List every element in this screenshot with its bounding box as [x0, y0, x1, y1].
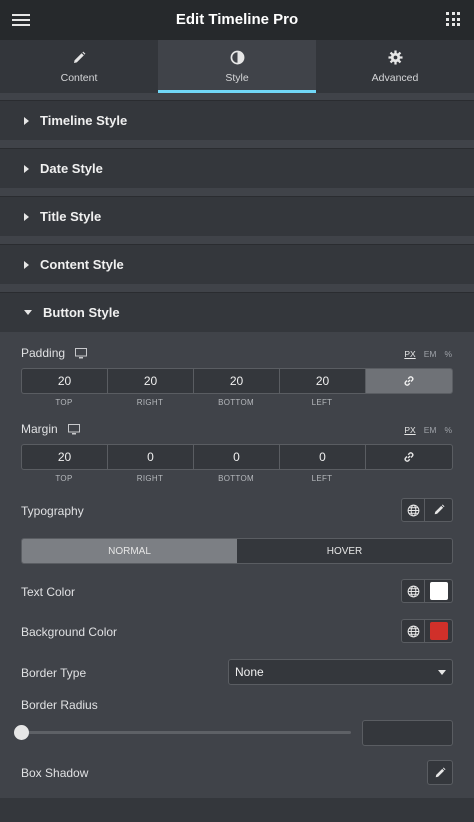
section-content-style[interactable]: Content Style — [0, 244, 474, 284]
text-color-swatch — [429, 582, 448, 600]
typography-global-button[interactable] — [401, 498, 425, 522]
pencil-icon — [434, 504, 444, 515]
side-label-top: TOP — [55, 474, 73, 483]
padding-right-input[interactable]: 20 — [107, 368, 193, 394]
padding-inputs: 20 20 20 20 — [21, 368, 453, 394]
desktop-icon[interactable] — [68, 422, 80, 440]
panel-footer — [0, 798, 474, 822]
padding-top-input[interactable]: 20 — [21, 368, 107, 394]
background-color-global-button[interactable] — [401, 619, 425, 643]
caret-right-icon — [24, 260, 29, 269]
tab-content[interactable]: Content — [0, 40, 158, 93]
margin-left-input[interactable]: 0 — [279, 444, 365, 470]
pencil-icon — [72, 50, 86, 66]
tab-normal[interactable]: NORMAL — [22, 539, 237, 563]
unit-percent[interactable]: % — [444, 425, 452, 435]
tab-advanced-label: Advanced — [371, 71, 419, 84]
margin-link-button[interactable] — [365, 444, 453, 470]
side-label-right: RIGHT — [136, 398, 164, 407]
section-timeline-style[interactable]: Timeline Style — [0, 100, 474, 140]
margin-right-input[interactable]: 0 — [107, 444, 193, 470]
desktop-icon[interactable] — [75, 346, 87, 364]
caret-right-icon — [24, 212, 29, 221]
unit-px[interactable]: PX — [404, 349, 415, 359]
section-label: Title Style — [40, 209, 102, 224]
typography-label: Typography — [21, 504, 84, 518]
side-label-left: LEFT — [311, 398, 333, 407]
padding-left-input[interactable]: 20 — [279, 368, 365, 394]
panel-title: Edit Timeline Pro — [175, 11, 299, 28]
unit-percent[interactable]: % — [444, 349, 452, 359]
tab-advanced[interactable]: Advanced — [316, 40, 474, 93]
link-icon — [404, 452, 414, 462]
background-color-label: Background Color — [21, 625, 118, 639]
margin-bottom-input[interactable]: 0 — [193, 444, 279, 470]
tab-content-label: Content — [60, 71, 98, 84]
tab-hover[interactable]: HOVER — [237, 539, 452, 563]
link-icon — [404, 376, 414, 386]
section-date-style[interactable]: Date Style — [0, 148, 474, 188]
section-button-style[interactable]: Button Style — [0, 292, 474, 332]
background-color-picker[interactable] — [425, 619, 453, 643]
panel-tabs: Content Style Advanced — [0, 40, 474, 93]
unit-px[interactable]: PX — [404, 425, 415, 435]
text-color-picker[interactable] — [425, 579, 453, 603]
section-label: Date Style — [40, 161, 103, 176]
padding-bottom-input[interactable]: 20 — [193, 368, 279, 394]
globe-icon — [407, 585, 419, 597]
border-radius-slider-handle[interactable] — [14, 725, 29, 740]
padding-link-button[interactable] — [365, 368, 453, 394]
padding-label: Padding — [21, 346, 66, 360]
text-color-label: Text Color — [21, 585, 76, 599]
caret-right-icon — [24, 164, 29, 173]
margin-top-input[interactable]: 20 — [21, 444, 107, 470]
side-label-right: RIGHT — [136, 474, 164, 483]
section-title-style[interactable]: Title Style — [0, 196, 474, 236]
border-radius-input[interactable] — [362, 720, 453, 746]
caret-right-icon — [24, 116, 29, 125]
header-bar: Edit Timeline Pro — [0, 0, 474, 40]
chevron-down-icon — [438, 670, 446, 675]
globe-icon — [407, 625, 419, 637]
border-type-value: None — [235, 665, 264, 679]
half-circle-icon — [230, 50, 245, 66]
state-toggle: NORMAL HOVER — [21, 538, 453, 564]
side-label-left: LEFT — [311, 474, 333, 483]
section-label: Timeline Style — [40, 113, 128, 128]
section-label: Content Style — [40, 257, 124, 272]
gear-icon — [387, 50, 403, 66]
unit-em[interactable]: EM — [424, 349, 437, 359]
margin-side-labels: TOP RIGHT BOTTOM LEFT — [21, 474, 365, 483]
text-color-global-button[interactable] — [401, 579, 425, 603]
side-label-top: TOP — [55, 398, 73, 407]
border-radius-slider-track[interactable] — [21, 731, 351, 734]
margin-inputs: 20 0 0 0 — [21, 444, 453, 470]
padding-side-labels: TOP RIGHT BOTTOM LEFT — [21, 398, 365, 407]
typography-edit-button[interactable] — [425, 498, 453, 522]
box-shadow-edit-button[interactable] — [427, 760, 453, 785]
border-type-select[interactable]: None — [228, 659, 453, 685]
padding-units: PX EM % — [404, 349, 452, 359]
caret-down-icon — [24, 310, 32, 315]
tab-style-label: Style — [225, 71, 249, 84]
side-label-bottom: BOTTOM — [218, 398, 254, 407]
tab-style[interactable]: Style — [158, 40, 316, 93]
box-shadow-label: Box Shadow — [21, 766, 89, 780]
unit-em[interactable]: EM — [424, 425, 437, 435]
border-type-label: Border Type — [21, 666, 87, 680]
border-radius-label: Border Radius — [21, 698, 98, 712]
grid-icon[interactable] — [446, 12, 460, 26]
pencil-icon — [435, 767, 446, 777]
side-label-bottom: BOTTOM — [218, 474, 254, 483]
globe-icon — [407, 504, 419, 516]
margin-label: Margin — [21, 422, 58, 436]
margin-units: PX EM % — [404, 425, 452, 435]
section-label: Button Style — [43, 305, 120, 320]
background-color-swatch — [429, 622, 448, 640]
